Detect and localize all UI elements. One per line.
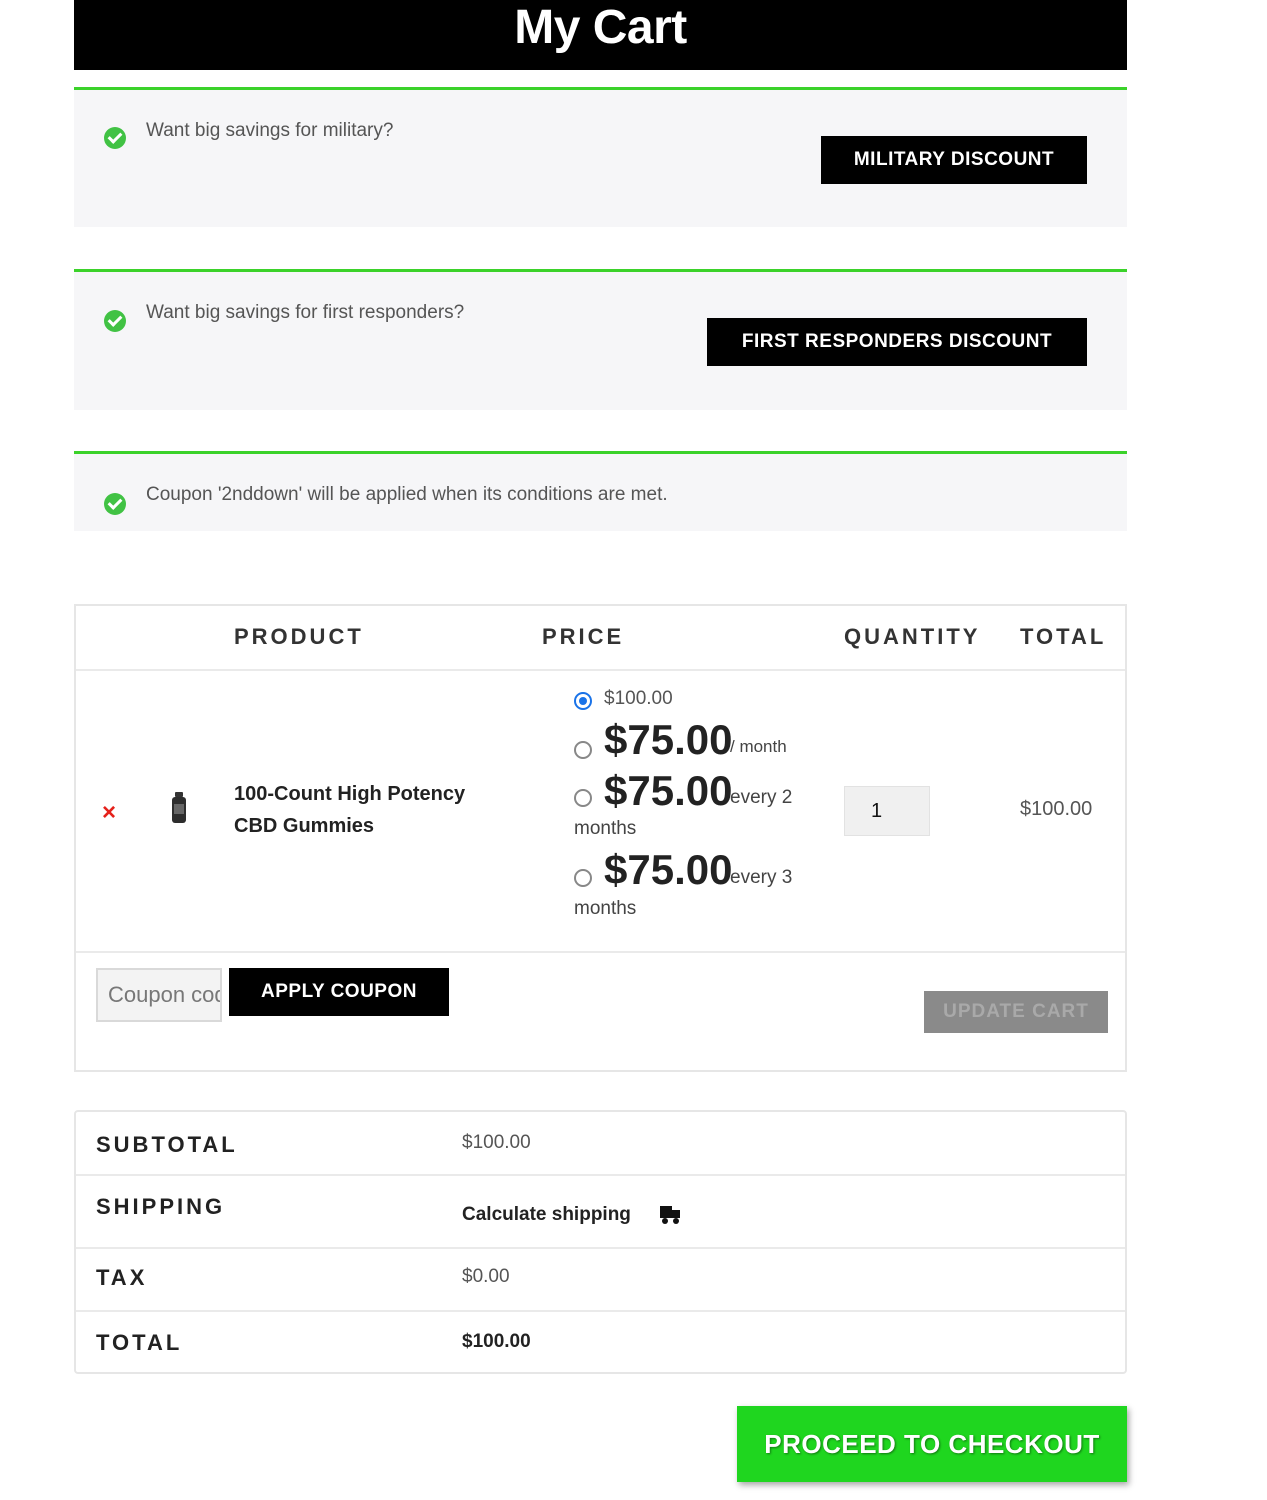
column-header-total: TOTAL: [1020, 624, 1107, 649]
column-header-product: PRODUCT: [234, 624, 364, 649]
military-notice: Want big savings for military? MILITARY …: [74, 87, 1127, 227]
price-option-radio-monthly[interactable]: [574, 741, 592, 759]
coupon-notice: Coupon '2nddown' will be applied when it…: [74, 451, 1127, 531]
price-option-2months-price: $75.00: [604, 767, 733, 814]
line-total: $100.00: [1020, 798, 1093, 820]
product-thumbnail[interactable]: [172, 792, 186, 824]
price-option-monthly-price: $75.00: [604, 716, 733, 763]
first-responders-message: Want big savings for first responders?: [146, 302, 465, 323]
update-cart-button[interactable]: UPDATE CART: [924, 991, 1108, 1033]
calculate-shipping-link[interactable]: Calculate shipping: [462, 1204, 631, 1226]
price-option-monthly-period: / month: [730, 737, 787, 756]
tax-value: $0.00: [462, 1266, 510, 1287]
divider: [76, 669, 1125, 671]
tax-label: TAX: [96, 1265, 148, 1290]
price-option-3months-period: every 3: [730, 867, 793, 888]
total-label: TOTAL: [96, 1330, 183, 1355]
first-responders-notice: Want big savings for first responders? F…: [74, 269, 1127, 410]
price-option-3months-price: $75.00: [604, 846, 733, 893]
page-title: My Cart: [514, 0, 687, 54]
price-option-2months-period-cont: months: [574, 818, 637, 839]
price-option-onetime-label: $100.00: [604, 688, 673, 709]
military-discount-button[interactable]: MILITARY DISCOUNT: [821, 136, 1087, 184]
check-circle-icon: [104, 310, 126, 332]
truck-icon[interactable]: [660, 1206, 680, 1224]
total-value: $100.00: [462, 1331, 531, 1352]
cart-table: PRODUCT PRICE QUANTITY TOTAL × 100-Count…: [74, 604, 1127, 1072]
divider: [76, 951, 1125, 953]
remove-item-icon[interactable]: ×: [102, 799, 116, 827]
apply-coupon-button[interactable]: APPLY COUPON: [229, 968, 449, 1016]
cart-header: My Cart: [74, 0, 1127, 70]
price-option-3months-period-cont: months: [574, 898, 637, 919]
coupon-message: Coupon '2nddown' will be applied when it…: [146, 484, 668, 505]
subtotal-label: SUBTOTAL: [96, 1132, 238, 1157]
first-responders-discount-button[interactable]: FIRST RESPONDERS DISCOUNT: [707, 318, 1087, 366]
divider: [76, 1174, 1125, 1176]
military-message: Want big savings for military?: [146, 120, 394, 141]
check-circle-icon: [104, 493, 126, 515]
column-header-quantity: QUANTITY: [844, 624, 981, 649]
subtotal-value: $100.00: [462, 1132, 531, 1153]
shipping-label: SHIPPING: [96, 1194, 226, 1219]
cart-totals: SUBTOTAL $100.00 SHIPPING Calculate ship…: [74, 1110, 1127, 1374]
column-header-price: PRICE: [542, 624, 625, 649]
price-option-radio-3months[interactable]: [574, 869, 592, 887]
price-option-2months-period: every 2: [730, 787, 793, 808]
coupon-code-input[interactable]: Coupon code: [96, 968, 222, 1022]
price-option-radio-onetime[interactable]: [574, 692, 592, 710]
quantity-input[interactable]: 1: [844, 786, 930, 836]
proceed-to-checkout-button[interactable]: PROCEED TO CHECKOUT: [737, 1406, 1127, 1482]
check-circle-icon: [104, 127, 126, 149]
price-option-radio-2months[interactable]: [574, 789, 592, 807]
product-name-link[interactable]: 100-Count High Potency CBD Gummies: [234, 778, 494, 842]
divider: [76, 1247, 1125, 1249]
divider: [76, 1310, 1125, 1312]
